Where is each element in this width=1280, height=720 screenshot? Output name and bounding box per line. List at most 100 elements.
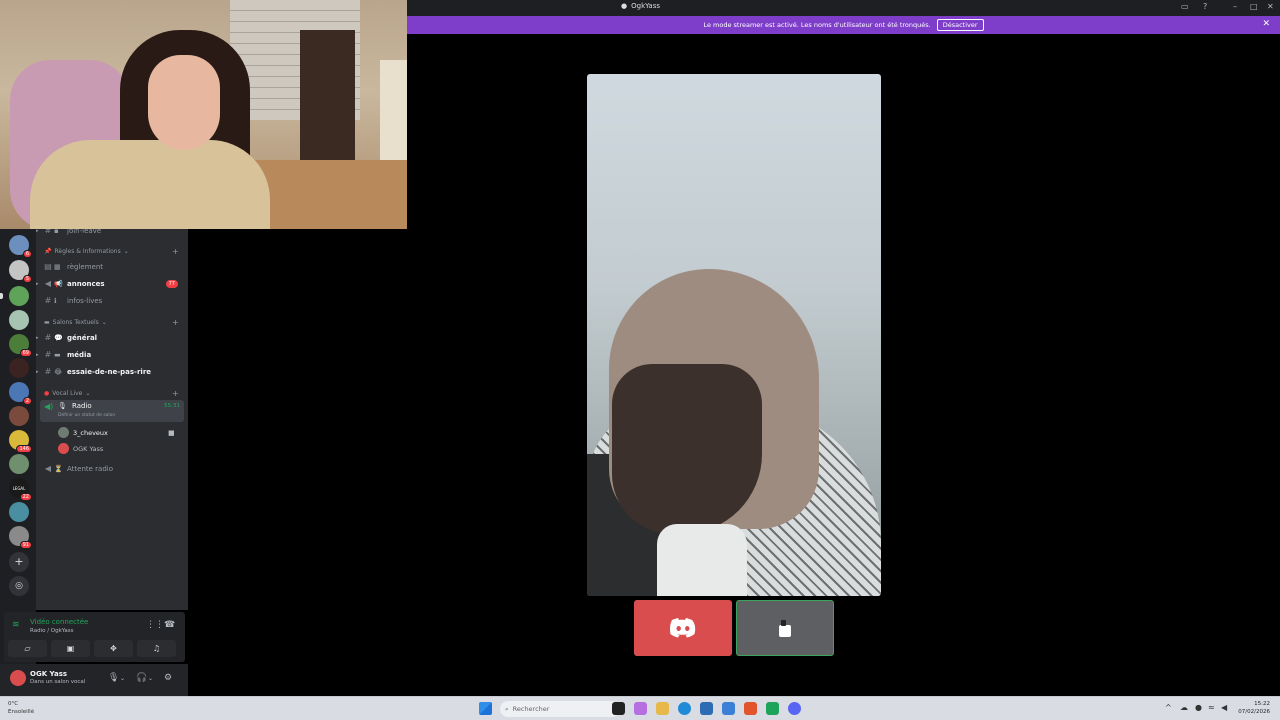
system-clock[interactable]: 15:22 07/02/2026 [1238,700,1270,716]
headphones-icon[interactable]: 🎧 [136,673,147,683]
screen-share-button[interactable]: ▣ [51,640,90,657]
add-server-icon[interactable]: + [9,552,29,572]
hashtag-icon: # [44,350,52,359]
discover-icon[interactable]: ◎ [9,576,29,596]
participant-tiles [634,600,834,656]
chevron-down-icon: ⌄ [101,319,107,326]
category-voice[interactable]: ● Vocal Live ⌄ + [44,389,179,398]
mic-tray-icon[interactable]: ● [1195,703,1202,712]
copilot-icon[interactable] [634,702,647,715]
taskbar-search[interactable]: ⌕ Rechercher [500,701,620,717]
speaker-icon: ◀) [44,402,54,411]
onedrive-icon[interactable]: ☁ [1180,703,1188,712]
activities-button[interactable]: ✥ [94,640,133,657]
server-icon[interactable] [9,502,29,522]
folder-emoji-icon: ▪ [54,229,59,235]
main-video-feed[interactable] [587,74,881,596]
soundboard-button[interactable]: ♫ [137,640,176,657]
chevron-down-icon: ⌄ [85,390,91,397]
volume-icon[interactable]: ◀ [1221,703,1227,712]
channel-radio[interactable]: ◀) 🎙 Radio 55:31 Définir un statut de sa… [40,400,184,422]
help-icon[interactable]: ? [1203,2,1207,11]
edge-icon[interactable] [678,702,691,715]
add-channel-icon[interactable]: + [172,247,179,256]
pin-icon: 📌 [44,248,52,255]
chevron-down-icon[interactable]: ⌄ [120,675,125,682]
video-stage [407,34,1280,696]
windows-start-icon[interactable] [479,702,492,715]
user-name[interactable]: OGK Yass [30,670,67,678]
voice-location[interactable]: Radio / OgkYass [30,628,74,634]
disable-streamer-button[interactable]: Désactiver [936,19,984,31]
scroll-emoji-icon: ▦ [54,262,61,271]
wifi-icon[interactable]: ≈ [1208,703,1215,712]
camera-figure-icon [779,620,791,637]
channel-reglement[interactable]: ▤ ▦ règlement [36,259,184,274]
microphone-icon[interactable]: 🎙 [108,673,119,683]
channel-attente-radio[interactable]: ◀ ⏳ Attente radio [36,461,184,476]
mention-badge: 77 [165,279,178,288]
minimize-button[interactable]: – [1233,2,1237,11]
server-icon-legal[interactable]: LEGAL 22 [9,478,32,501]
speech-emoji-icon: 💬 [54,333,63,342]
server-icon[interactable] [9,286,29,306]
discord-taskbar-icon[interactable] [788,702,801,715]
voice-user[interactable]: OGK Yass [58,443,103,454]
store-icon[interactable] [700,702,713,715]
server-icon[interactable]: 146 [9,430,32,453]
mic-emoji-icon: 🎙 [58,402,67,410]
close-window-button[interactable]: ✕ [1267,2,1274,11]
close-banner-icon[interactable]: ✕ [1262,19,1270,29]
channel-essaie[interactable]: ▸ # 😂 essaie-de-ne-pas-rire [36,364,184,379]
channel-annonces[interactable]: ▸ ◀ 📢 annonces 77 [36,276,184,291]
category-rules[interactable]: 📌 Règles & Informations ⌄ + [44,247,179,256]
user-status: Dans un salon vocal [30,679,86,685]
server-icon[interactable]: 6 [9,235,32,258]
participant-tile-discord[interactable] [634,600,732,656]
user-avatar[interactable] [10,670,26,686]
streamer-banner-text: Le mode streamer est activé. Les noms d'… [703,21,931,29]
add-channel-icon[interactable]: + [172,389,179,398]
category-text[interactable]: ▬ Salons Textuels ⌄ + [44,318,179,327]
voice-user[interactable]: 3_cheveux ■ [58,427,175,438]
voice-status[interactable]: Vidéo connectée [30,618,88,626]
maximize-button[interactable]: □ [1250,2,1258,11]
server-icon[interactable] [9,310,29,330]
info-emoji-icon: ℹ [54,296,57,305]
noise-suppression-icon[interactable]: ⋮⋮ [146,620,164,630]
task-view-icon[interactable] [612,702,625,715]
file-explorer-icon[interactable] [656,702,669,715]
laugh-emoji-icon: 😂 [54,367,63,376]
window-title: ● OgkYass [621,2,661,10]
channel-list: ▸ # ▪ join-leave 📌 Règles & Informations… [36,229,188,610]
add-channel-icon[interactable]: + [172,318,179,327]
voice-actions: ▱ ▣ ✥ ♫ [8,640,176,657]
server-icon[interactable] [9,454,29,474]
chevron-up-icon[interactable]: ^ [1165,703,1172,712]
discord-icon: ● [621,2,628,10]
camera-off-button[interactable]: ▱ [8,640,47,657]
server-unread-pill [0,293,3,299]
server-icon[interactable] [9,358,29,378]
server-icon[interactable] [9,406,29,426]
channel-general[interactable]: ▸ # 💬 général [36,330,184,345]
channel-status-hint[interactable]: Définir un statut de salon [58,413,115,418]
obs-icon[interactable] [766,702,779,715]
server-icon[interactable]: 5 [9,260,32,283]
channel-infos-lives[interactable]: # ℹ infos-lives [36,293,184,308]
chevron-down-icon[interactable]: ⌄ [148,675,153,682]
channel-media[interactable]: ▸ # ▬ média [36,347,184,362]
channel-join-leave[interactable]: ▸ # ▪ join-leave [36,229,184,238]
signal-icon[interactable]: ≋ [12,620,20,630]
gear-icon[interactable]: ⚙ [164,673,172,683]
server-icon[interactable]: 91 [9,526,32,549]
mail-icon[interactable] [722,702,735,715]
server-icon[interactable]: 2 [9,382,32,405]
participant-tile-self[interactable] [736,600,834,656]
disconnect-icon[interactable]: ☎ [164,620,175,630]
brave-icon[interactable] [744,702,757,715]
inbox-icon[interactable]: ▭ [1181,2,1189,11]
weather-widget[interactable]: 0°C Ensoleillé [8,700,34,716]
hashtag-icon: # [44,229,52,235]
server-icon[interactable]: 69 [9,334,32,357]
